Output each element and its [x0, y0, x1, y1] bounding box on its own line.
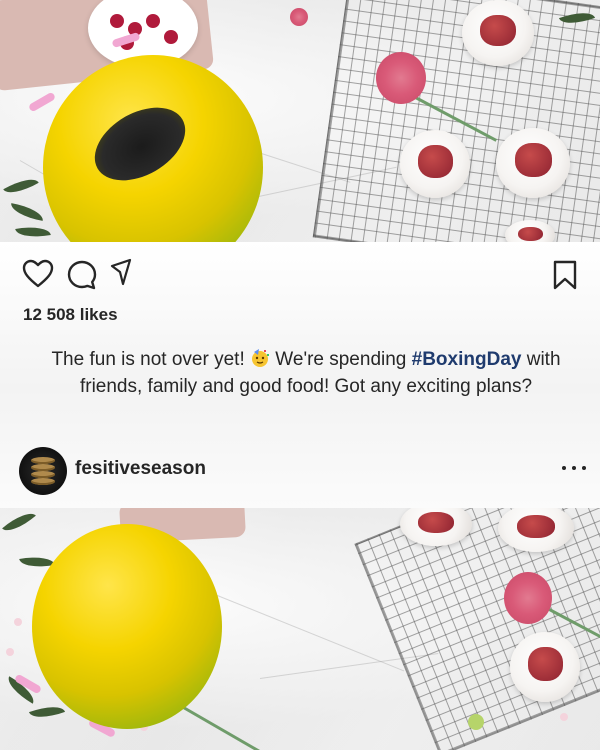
caption-text-2: We're spending — [275, 349, 412, 370]
heart-icon[interactable] — [22, 259, 54, 289]
likes-count[interactable]: 12 508 likes — [23, 305, 118, 325]
avatar[interactable] — [19, 447, 67, 495]
smiling-emoji-icon — [32, 524, 222, 729]
top-photo — [0, 0, 600, 242]
party-face-emoji-icon — [252, 349, 269, 367]
bookmark-icon[interactable] — [552, 259, 578, 291]
username[interactable]: fesitiveseason — [75, 458, 206, 480]
caption-text-1: The fun is not over yet! — [51, 349, 245, 370]
hashtag-link[interactable]: #BoxingDay — [412, 349, 522, 370]
comment-icon[interactable] — [66, 259, 98, 291]
share-icon[interactable] — [110, 258, 132, 288]
laughing-emoji-icon — [43, 55, 263, 242]
bottom-photo — [0, 508, 600, 750]
more-options-icon[interactable] — [562, 458, 586, 478]
post-caption: The fun is not over yet! We're spending … — [36, 346, 576, 400]
